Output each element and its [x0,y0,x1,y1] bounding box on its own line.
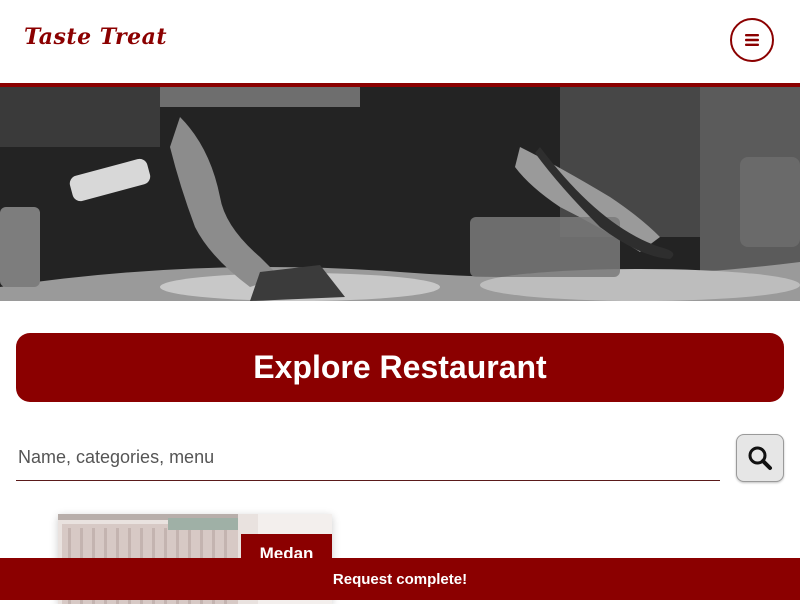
toast-notification: Request complete! [0,558,800,600]
hamburger-icon [745,34,759,46]
search-button[interactable] [736,434,784,482]
app-header: Taste Treat [0,0,800,87]
hero-image [0,87,800,301]
brand-logo[interactable]: Taste Treat [24,24,167,50]
menu-button[interactable] [730,18,774,62]
page-title: Explore Restaurant [253,349,547,385]
search-icon [748,446,772,470]
explore-title-banner: Explore Restaurant [16,333,784,402]
hero-kitchen-illustration [0,87,800,301]
toast-message: Request complete! [332,570,468,588]
search-input[interactable] [16,434,720,481]
